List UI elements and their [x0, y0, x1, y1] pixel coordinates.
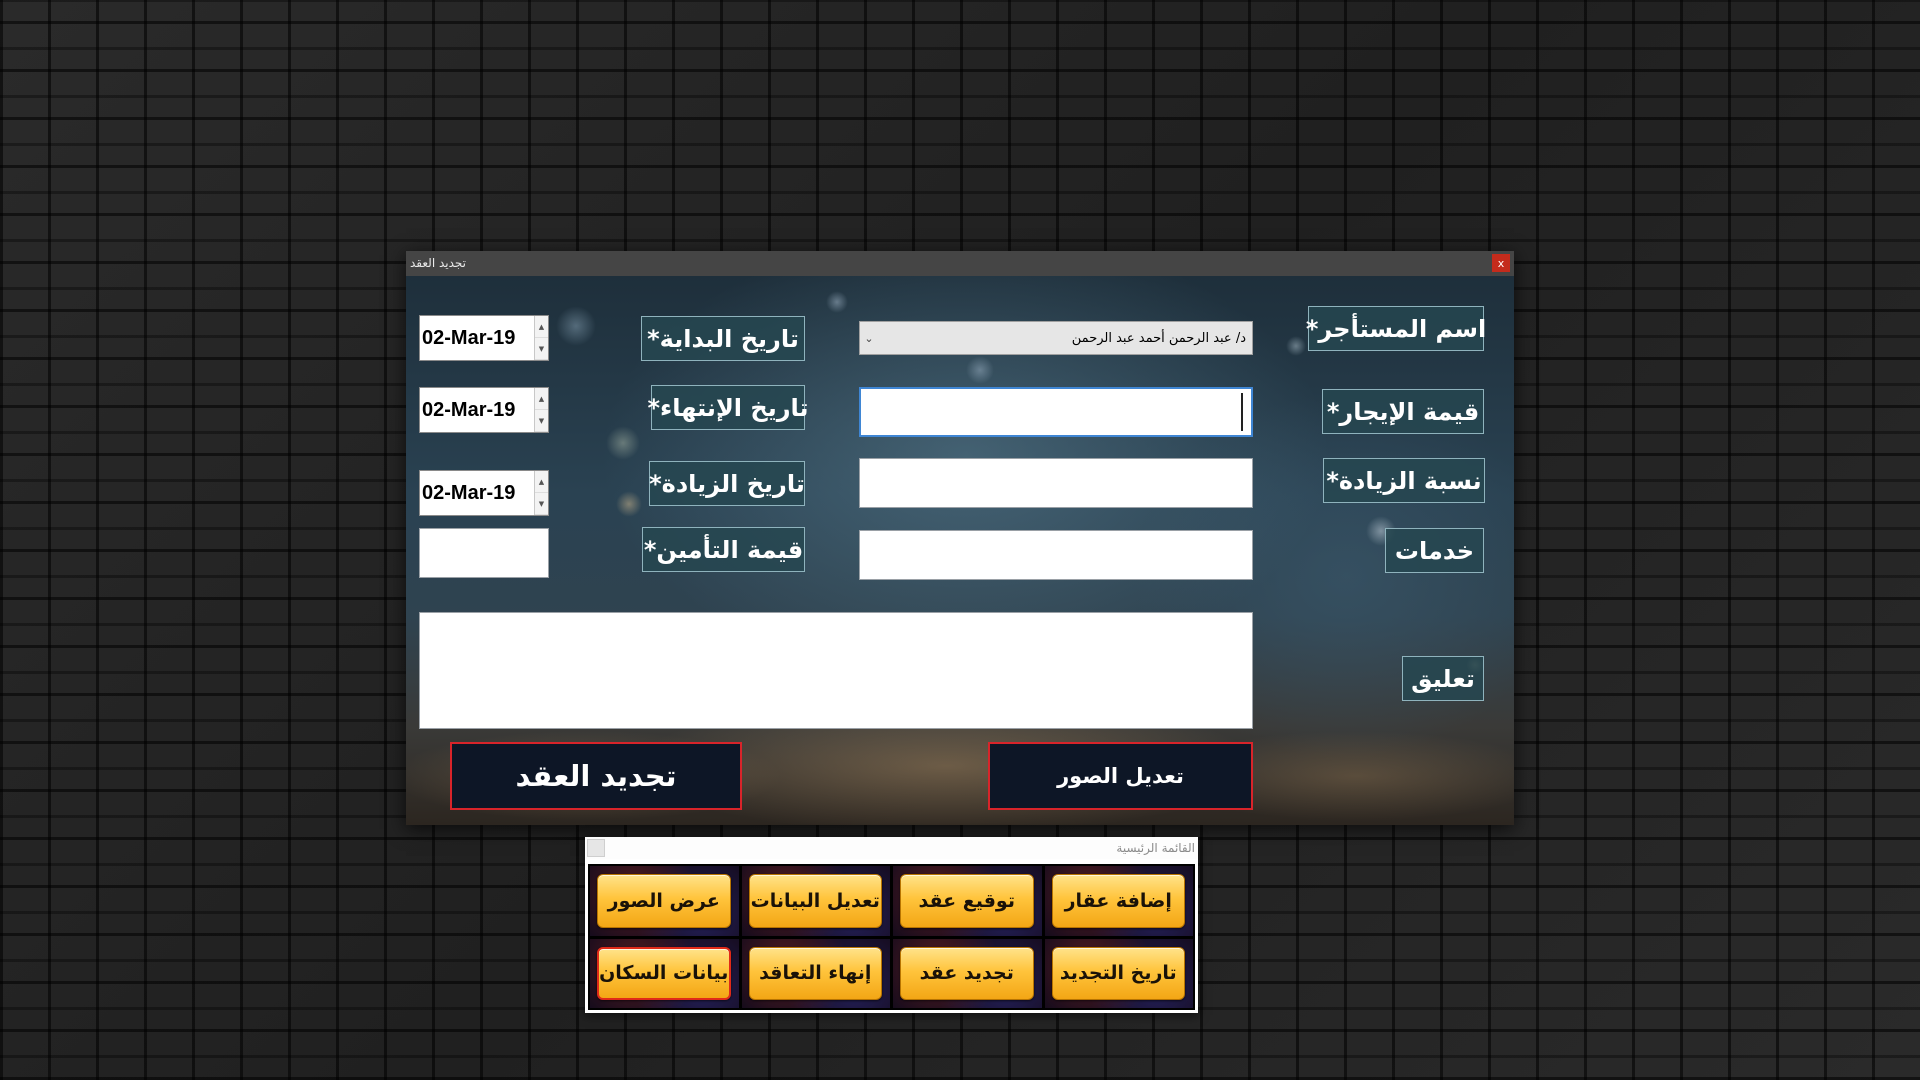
- comment-label: تعليق: [1402, 656, 1484, 701]
- end-date-value: 02-Mar-19: [422, 398, 516, 421]
- main-menu-grid: عرض الصور تعديل البيانات توقيع عقد إضافة…: [588, 864, 1195, 1010]
- start-date-picker[interactable]: 02-Mar-19 ▲ ▼: [419, 315, 549, 361]
- view-images-button[interactable]: عرض الصور: [597, 874, 731, 928]
- chevron-down-icon[interactable]: ⌄: [860, 332, 878, 345]
- window-control-icon[interactable]: [587, 839, 605, 857]
- bokeh-light: [616, 491, 642, 517]
- spin-down-icon[interactable]: ▼: [535, 338, 548, 360]
- renewal-history-button[interactable]: تاريخ التجديد: [1051, 946, 1185, 1000]
- increase-date-spinner[interactable]: ▲ ▼: [534, 471, 548, 515]
- insurance-value-label: قيمة التأمين*: [642, 527, 805, 572]
- add-property-button[interactable]: إضافة عقار: [1051, 874, 1185, 928]
- spin-up-icon[interactable]: ▲: [535, 471, 548, 493]
- rent-value-label: قيمة الإيجار*: [1322, 389, 1484, 434]
- start-date-label: تاريخ البداية*: [641, 316, 805, 361]
- increase-date-picker[interactable]: 02-Mar-19 ▲ ▼: [419, 470, 549, 516]
- bokeh-light: [966, 356, 994, 384]
- renew-contract-window: تجديد العقد x اسم المستأجر* قيمة الإيجار…: [406, 251, 1514, 825]
- end-date-picker[interactable]: 02-Mar-19 ▲ ▼: [419, 387, 549, 433]
- spin-down-icon[interactable]: ▼: [535, 410, 548, 432]
- residents-data-button[interactable]: بيانات السكان: [597, 946, 731, 1000]
- edit-images-button[interactable]: تعديل الصور: [988, 742, 1253, 810]
- menu-cell: توقيع عقد: [893, 866, 1042, 936]
- form-area: اسم المستأجر* قيمة الإيجار* نسبة الزيادة…: [406, 276, 1514, 825]
- end-date-spinner[interactable]: ▲ ▼: [534, 388, 548, 432]
- bokeh-light: [826, 291, 848, 313]
- tenant-name-dropdown[interactable]: ⌄ د/ عبد الرحمن أحمد عبد الرحمن: [859, 321, 1253, 355]
- bokeh-light: [606, 426, 640, 460]
- renew-contract-button[interactable]: تجديد العقد: [450, 742, 742, 810]
- increase-rate-input[interactable]: [859, 458, 1253, 508]
- bokeh-light: [556, 306, 596, 346]
- menu-cell: بيانات السكان: [590, 938, 739, 1008]
- menu-cell: تجديد عقد: [893, 938, 1042, 1008]
- window-title: تجديد العقد: [410, 256, 466, 270]
- main-menu-titlebar[interactable]: القائمة الرئيسية: [585, 837, 1198, 859]
- start-date-spinner[interactable]: ▲ ▼: [534, 316, 548, 360]
- insurance-value-input[interactable]: [419, 528, 549, 578]
- menu-cell: عرض الصور: [590, 866, 739, 936]
- tenant-name-value: د/ عبد الرحمن أحمد عبد الرحمن: [1071, 330, 1246, 346]
- text-caret: [1241, 393, 1243, 431]
- start-date-value: 02-Mar-19: [422, 326, 516, 349]
- main-menu-window: القائمة الرئيسية عرض الصور تعديل البيانا…: [585, 837, 1198, 1013]
- end-contract-button[interactable]: إنهاء التعاقد: [748, 946, 882, 1000]
- comment-textarea[interactable]: [419, 612, 1253, 729]
- increase-rate-label: نسبة الزيادة*: [1323, 458, 1485, 503]
- end-date-label: تاريخ الإنتهاء*: [647, 385, 809, 430]
- menu-cell: تعديل البيانات: [741, 866, 890, 936]
- close-button[interactable]: x: [1492, 254, 1510, 272]
- services-input[interactable]: [859, 530, 1253, 580]
- spin-up-icon[interactable]: ▲: [535, 316, 548, 338]
- spin-up-icon[interactable]: ▲: [535, 388, 548, 410]
- renew-contract-menu-button[interactable]: تجديد عقد: [900, 946, 1034, 1000]
- spin-down-icon[interactable]: ▼: [535, 493, 548, 515]
- bokeh-light: [1286, 336, 1306, 356]
- tenant-name-label: اسم المستأجر*: [1306, 306, 1486, 351]
- main-menu-title: القائمة الرئيسية: [1116, 841, 1195, 855]
- menu-cell: إضافة عقار: [1044, 866, 1193, 936]
- services-label: خدمات: [1385, 528, 1484, 573]
- increase-date-label: تاريخ الزيادة*: [649, 461, 805, 506]
- edit-data-button[interactable]: تعديل البيانات: [748, 874, 882, 928]
- increase-date-value: 02-Mar-19: [422, 481, 516, 504]
- rent-value-input[interactable]: [859, 387, 1253, 437]
- menu-cell: إنهاء التعاقد: [741, 938, 890, 1008]
- sign-contract-button[interactable]: توقيع عقد: [900, 874, 1034, 928]
- menu-cell: تاريخ التجديد: [1044, 938, 1193, 1008]
- edit-images-label: تعديل الصور: [1057, 764, 1184, 788]
- renew-contract-label: تجديد العقد: [515, 759, 677, 793]
- window-titlebar[interactable]: تجديد العقد x: [406, 251, 1514, 276]
